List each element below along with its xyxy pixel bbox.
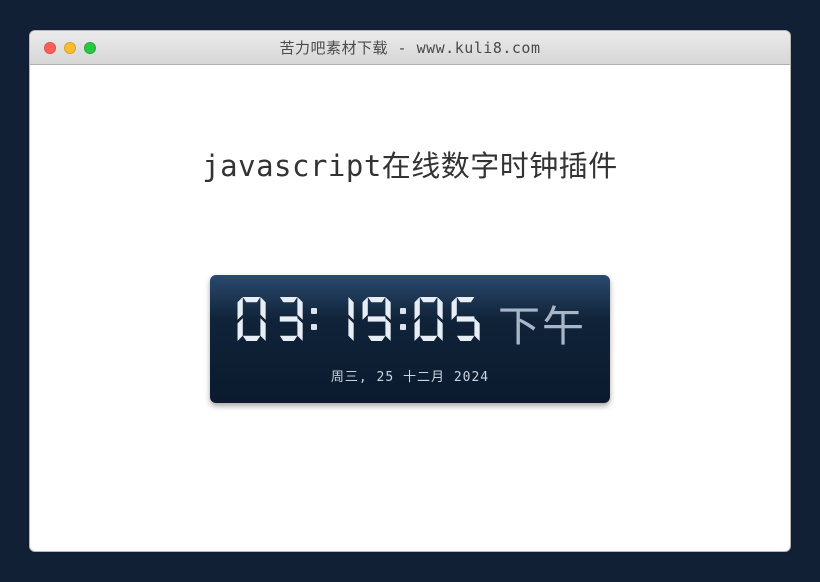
time-digit — [411, 297, 446, 341]
window-title: 苦力吧素材下载 - www.kuli8.com — [30, 37, 790, 58]
titlebar: 苦力吧素材下载 - www.kuli8.com — [30, 31, 790, 65]
digital-clock: 下午 周三, 25 十二月 2024 — [210, 275, 610, 403]
maximize-icon[interactable] — [84, 42, 96, 54]
time-colon — [397, 297, 409, 341]
ampm-label: 下午 — [498, 306, 586, 348]
time-digit — [448, 297, 483, 341]
page-title: javascript在线数字时钟插件 — [202, 143, 618, 185]
browser-window: 苦力吧素材下载 - www.kuli8.com javascript在线数字时钟… — [29, 30, 791, 552]
time-row: 下午 — [230, 297, 590, 348]
close-icon[interactable] — [44, 42, 56, 54]
time-digit — [322, 297, 357, 341]
time-digits — [234, 297, 483, 341]
time-digit — [234, 297, 269, 341]
time-colon — [308, 297, 320, 341]
page-content: javascript在线数字时钟插件 下午 周三, 25 十二月 2024 — [30, 65, 790, 551]
window-controls — [30, 42, 96, 54]
minimize-icon[interactable] — [64, 42, 76, 54]
time-digit — [271, 297, 306, 341]
time-digit — [359, 297, 394, 341]
date-label: 周三, 25 十二月 2024 — [331, 366, 489, 385]
